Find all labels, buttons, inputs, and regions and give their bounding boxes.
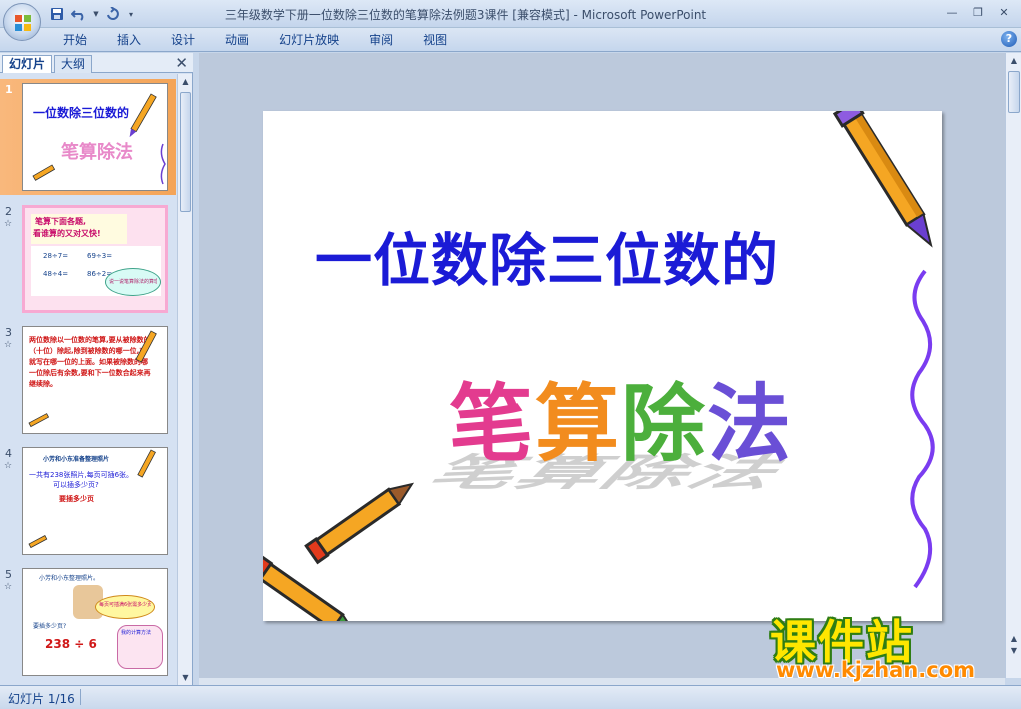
wordart-char: 笔 xyxy=(449,374,536,473)
thumbnail-slide-5[interactable]: 小芳和小东整理照片。 每页可插满6张需多少页? 要插多少页? 238 ÷ 6 我… xyxy=(22,568,168,676)
pane-tabs: 幻灯片 大纲 ✕ xyxy=(0,53,193,73)
current-slide[interactable]: 一位数除三位数的 笔算除法 笔算除法 xyxy=(263,111,942,621)
thumbnail-eq1: 28÷7= xyxy=(43,252,69,260)
animation-star-icon: ☆ xyxy=(4,461,13,471)
thumbnail-number: 3 xyxy=(5,326,12,339)
status-bar: 幻灯片 1/16 xyxy=(0,685,1021,709)
thumbnail-line1: 笔算下面各题, xyxy=(35,217,87,226)
watermark-url: www.kjzhan.com xyxy=(776,658,976,682)
tab-slides[interactable]: 幻灯片 xyxy=(2,55,53,73)
thumbnail-line2: 看谁算的又对又快! xyxy=(33,229,101,238)
thumbnail-row-1[interactable]: 1 一位数除三位数的 笔算除法 xyxy=(0,79,176,195)
slide-title[interactable]: 一位数除三位数的 xyxy=(315,215,779,297)
thumbnail-number: 5 xyxy=(5,568,12,581)
wordart-char: 除 xyxy=(621,374,708,473)
pencil-icon xyxy=(32,93,166,185)
site-watermark: 课件站 www.kjzhan.com xyxy=(770,606,1010,686)
thumbnail-number: 1 xyxy=(5,83,13,96)
tab-review[interactable]: 审阅 xyxy=(354,31,408,49)
thumbnail-eq2: 69÷3= xyxy=(87,252,113,260)
thumbnail-number: 4 xyxy=(5,447,12,460)
thumbnail-eq: 238 ÷ 6 xyxy=(45,637,97,651)
tab-insert[interactable]: 插入 xyxy=(102,31,156,49)
ribbon-tabs: 开始 插入 设计 动画 幻灯片放映 审阅 视图 xyxy=(48,31,462,49)
wordart-text: 笔算除法 xyxy=(449,357,793,478)
thumbnail-slide-2[interactable]: 笔算下面各题, 看谁算的又对又快! 28÷7= 69÷3= 48÷4= 86÷2… xyxy=(22,205,168,313)
close-window-icon[interactable]: ✕ xyxy=(991,2,1017,22)
window-title: 三年级数学下册一位数除三位数的笔算除法例题3课件 [兼容模式] - Micros… xyxy=(0,6,931,23)
wordart-char: 算 xyxy=(535,374,622,473)
thumbnail-row-5[interactable]: 5 ☆ 小芳和小东整理照片。 每页可插满6张需多少页? 要插多少页? 238 ÷… xyxy=(0,564,176,680)
tab-design[interactable]: 设计 xyxy=(156,31,210,49)
scroll-up-icon[interactable]: ▲ xyxy=(1006,53,1021,69)
scroll-down-icon[interactable]: ▼ xyxy=(178,670,193,685)
document-title: 三年级数学下册一位数除三位数的笔算除法例题3课件 [兼容模式] xyxy=(224,8,570,22)
tab-animations[interactable]: 动画 xyxy=(210,31,264,49)
restore-icon[interactable]: ❐ xyxy=(965,2,991,22)
slides-pane: 幻灯片 大纲 ✕ 1 一位数除三位数的 笔算除法 2 ☆ 笔算下面各题, 看谁算… xyxy=(0,53,193,685)
pencil-icon xyxy=(28,330,157,428)
close-pane-icon[interactable]: ✕ xyxy=(175,54,188,72)
thumbnail-list: 1 一位数除三位数的 笔算除法 2 ☆ 笔算下面各题, 看谁算的又对又快! 28… xyxy=(0,74,176,685)
app-name: Microsoft PowerPoint xyxy=(581,8,707,22)
thumbnail-row-2[interactable]: 2 ☆ 笔算下面各题, 看谁算的又对又快! 28÷7= 69÷3= 48÷4= … xyxy=(0,201,176,317)
animation-star-icon: ☆ xyxy=(4,219,13,229)
title-bar: ▼ ▾ 三年级数学下册一位数除三位数的笔算除法例题3课件 [兼容模式] - Mi… xyxy=(0,0,1021,28)
office-button[interactable] xyxy=(3,3,41,41)
thumbnail-number: 2 xyxy=(5,205,12,218)
office-logo-icon xyxy=(15,15,31,31)
thumbnail-row-3[interactable]: 3 ☆ 两位数除以一位数的笔算,要从被除数的（十位）除起,除到被除数的哪一位,商… xyxy=(0,322,176,438)
slide-edit-area: 一位数除三位数的 笔算除法 笔算除法 xyxy=(199,53,1005,678)
thumbnail-slide-4[interactable]: 小芳和小东准备整理照片 一共有238张照片,每页可插6张。 可以插多少页? 要插… xyxy=(22,447,168,555)
minimize-icon[interactable]: — xyxy=(939,2,965,22)
animation-star-icon: ☆ xyxy=(4,582,13,592)
tab-view[interactable]: 视图 xyxy=(408,31,462,49)
thumbnail-header: 小芳和小东整理照片。 xyxy=(39,575,100,582)
scroll-up-icon[interactable]: ▲ xyxy=(178,74,193,89)
thumbnail-slide-1[interactable]: 一位数除三位数的 笔算除法 xyxy=(22,83,168,191)
slide-scrollbar[interactable]: ▲ ▲ ▼ xyxy=(1005,53,1021,678)
scroll-thumb[interactable] xyxy=(1008,71,1020,113)
wordart-subtitle[interactable]: 笔算除法 笔算除法 xyxy=(393,351,813,511)
status-divider xyxy=(80,689,81,705)
wordart-char: 法 xyxy=(707,374,794,473)
thumbnail-row-4[interactable]: 4 ☆ 小芳和小东准备整理照片 一共有238张照片,每页可插6张。 可以插多少页… xyxy=(0,443,176,559)
pencil-icon xyxy=(28,449,156,549)
tab-home[interactable]: 开始 xyxy=(48,31,102,49)
title-separator: - xyxy=(569,8,582,22)
thumbnail-bubble2: 我的计算方法 xyxy=(121,630,152,636)
thumbnail-eq3: 48÷4= xyxy=(43,270,69,278)
thumbnail-bubble: 说一说笔算除法的算理 xyxy=(109,279,157,285)
thumbnail-scrollbar[interactable]: ▲ ▼ xyxy=(177,74,192,685)
animation-star-icon: ☆ xyxy=(4,340,13,350)
thumbnail-bubble1: 每页可插满6张需多少页? xyxy=(99,602,151,608)
help-icon[interactable]: ? xyxy=(1001,31,1017,47)
tab-slide-show[interactable]: 幻灯片放映 xyxy=(264,31,354,49)
tab-outline[interactable]: 大纲 xyxy=(54,55,93,73)
thumbnail-q: 要插多少页? xyxy=(33,623,67,630)
thumbnail-slide-3[interactable]: 两位数除以一位数的笔算,要从被除数的（十位）除起,除到被除数的哪一位,商就写在哪… xyxy=(22,326,168,434)
window-controls: — ❐ ✕ xyxy=(939,2,1017,22)
slide-indicator: 幻灯片 1/16 xyxy=(8,692,75,706)
powerpoint-window: ▼ ▾ 三年级数学下册一位数除三位数的笔算除法例题3课件 [兼容模式] - Mi… xyxy=(0,0,1021,709)
scroll-thumb[interactable] xyxy=(180,92,191,212)
ribbon: 开始 插入 设计 动画 幻灯片放映 审阅 视图 ? xyxy=(0,28,1021,52)
